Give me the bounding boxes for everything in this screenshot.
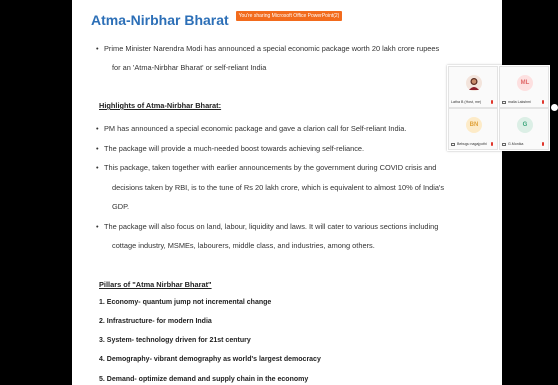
highlight-bullet-3: This package, taken together with earlie… [96, 163, 436, 172]
pillar-item: 2. Infrastructure- for modern India [99, 318, 212, 325]
intro-bullet-cont: for an 'Atma-Nirbhar Bharat' or self-rel… [112, 63, 267, 72]
panel-toggle-handle[interactable] [551, 104, 558, 111]
participant-name: G.Monika [508, 142, 524, 146]
pillar-item: 1. Economy- quantum jump not incremental… [99, 299, 272, 306]
participant-tile[interactable]: ML malia Lakshmi [499, 66, 549, 108]
avatar: ML [517, 75, 533, 91]
highlight-bullet-4: The package will also focus on land, lab… [96, 222, 438, 231]
mic-muted-icon [491, 100, 493, 104]
participant-tile[interactable]: Latha B (Host, me) [448, 66, 498, 108]
pillar-item: 5. Demand- optimize demand and supply ch… [99, 376, 309, 383]
avatar: BN [466, 117, 482, 133]
participant-name: Bebugu nagajyothi [457, 142, 487, 146]
participant-name: malia Lakshmi [508, 100, 531, 104]
intro-bullet: Prime Minister Narendra Modi has announc… [96, 44, 439, 53]
mic-muted-icon [491, 142, 493, 146]
avatar: G [517, 117, 533, 133]
camera-off-icon [502, 101, 506, 104]
pillars-heading: Pillars of "Atma Nirbhar Bharat" [99, 280, 212, 289]
participants-panel: Latha B (Host, me) ML malia Lakshmi BN B… [447, 65, 550, 151]
highlight-bullet-3-cont: decisions taken by RBI, is to the tune o… [112, 183, 445, 192]
camera-off-icon [502, 143, 506, 146]
participant-name: Latha B (Host, me) [451, 100, 482, 104]
mic-muted-icon [542, 100, 544, 104]
mic-muted-icon [542, 142, 544, 146]
avatar [466, 75, 482, 91]
highlight-bullet-4-cont: cottage industry, MSMEs, labourers, midd… [112, 241, 375, 250]
pillar-item: 4. Demography- vibrant demography as wor… [99, 356, 321, 363]
highlight-bullet-3-cont2: GDP. [112, 202, 130, 211]
participant-tile[interactable]: G G.Monika [499, 108, 549, 150]
screen-share-banner[interactable]: You're sharing Microsoft Office PowerPoi… [236, 11, 342, 21]
pillar-item: 3. System- technology driven for 21st ce… [99, 337, 251, 344]
slide-title: Atma-Nirbhar Bharat [91, 12, 229, 28]
highlight-bullet-1: PM has announced a special economic pack… [96, 124, 406, 133]
highlight-bullet-2: The package will provide a much-needed b… [96, 144, 364, 153]
participant-tile[interactable]: BN Bebugu nagajyothi [448, 108, 498, 150]
slide-canvas [72, 0, 502, 385]
user-photo-icon [469, 78, 479, 90]
camera-off-icon [451, 143, 455, 146]
highlights-heading: Highlights of Atma-Nirbhar Bharat: [99, 101, 222, 110]
